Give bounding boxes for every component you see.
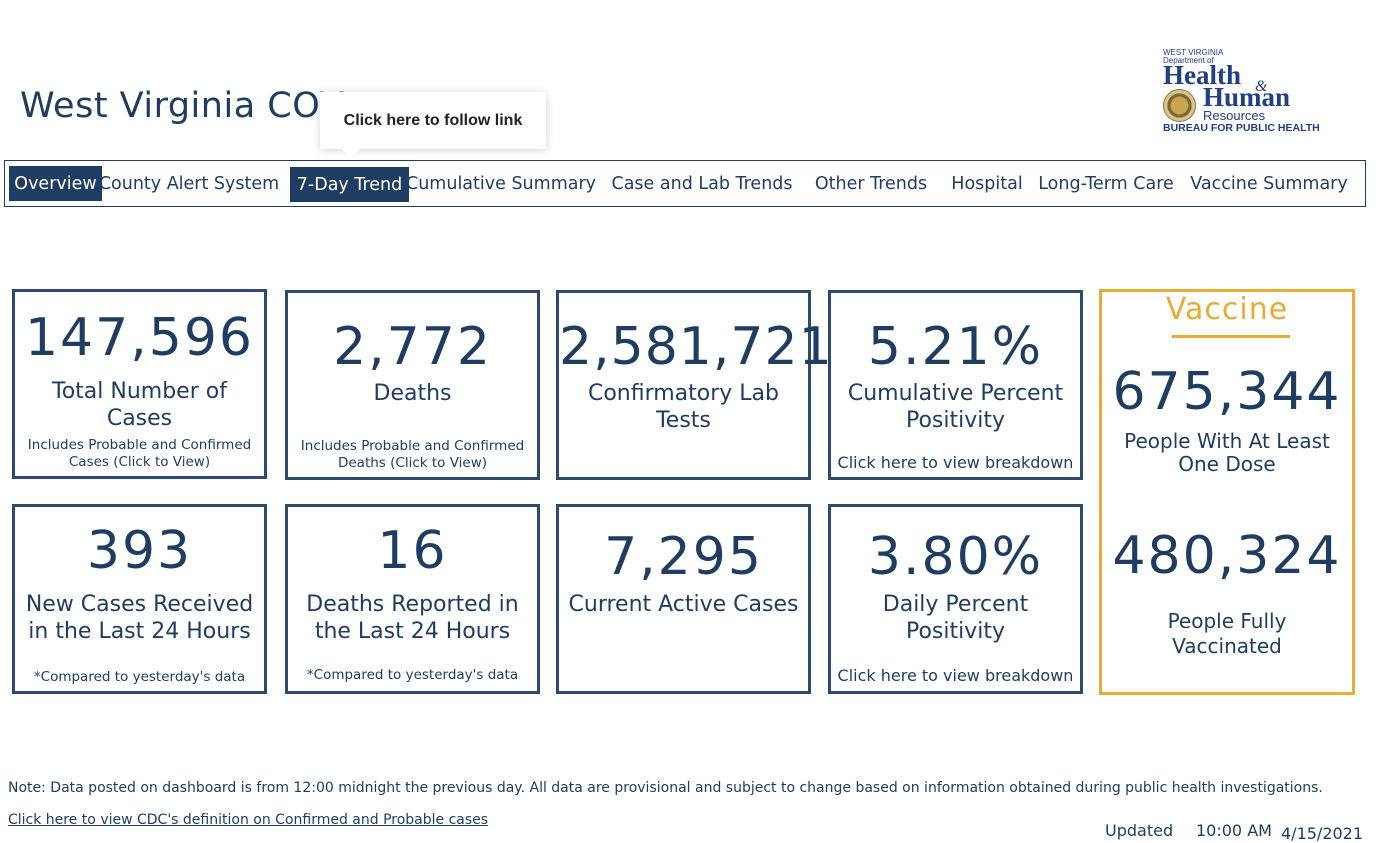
link-tooltip: Click here to follow link	[320, 92, 546, 158]
new-deaths-value: 16	[377, 521, 448, 581]
lab-tests-label-line1: Confirmatory Lab	[587, 381, 780, 406]
tab-7-day-trend[interactable]: 7-Day Trend	[290, 167, 409, 202]
fully-vaccinated-label-line2: Vaccinated	[1172, 634, 1282, 658]
new-cases-label-line2: in the Last 24 Hours	[28, 619, 251, 644]
state-seal-icon	[1163, 89, 1196, 122]
updated-time: 10:00 AM	[1196, 821, 1272, 840]
cumulative-positivity-breakdown-link[interactable]: Click here to view breakdown	[831, 453, 1080, 472]
cumulative-positivity-label-line1: Cumulative Percent	[847, 381, 1064, 406]
lab-tests-value: 2,581,721	[559, 317, 833, 377]
new-cases-label-line1: New Cases Received	[25, 592, 254, 617]
deaths-note-line2: Deaths (Click to View)	[337, 455, 488, 471]
one-dose-value: 675,344	[1112, 362, 1342, 422]
daily-positivity-breakdown-link[interactable]: Click here to view breakdown	[831, 666, 1080, 685]
fully-vaccinated-value: 480,324	[1112, 526, 1342, 586]
tab-vaccine-summary[interactable]: Vaccine Summary	[1190, 166, 1347, 201]
tab-other-trends[interactable]: Other Trends	[811, 166, 931, 201]
tab-overview[interactable]: Overview	[9, 166, 102, 201]
deaths-note-line1: Includes Probable and Confirmed	[300, 438, 525, 454]
main-nav: Overview County Alert System 7-Day Trend…	[4, 160, 1366, 207]
daily-positivity-label-line2: Positivity	[905, 619, 1006, 644]
tab-hospital[interactable]: Hospital	[947, 166, 1027, 201]
card-daily-positivity[interactable]: 3.80% Daily Percent Positivity Click her…	[828, 504, 1083, 694]
logo-human-text: Human	[1203, 82, 1291, 112]
vaccine-title: Vaccine	[1165, 292, 1289, 327]
logo-bureau-text: BUREAU FOR PUBLIC HEALTH	[1163, 122, 1320, 134]
card-active-cases: 7,295 Current Active Cases	[556, 504, 811, 694]
lab-tests-label-line2: Tests	[656, 408, 711, 433]
deaths-value: 2,772	[333, 317, 492, 377]
data-disclaimer-note: Note: Data posted on dashboard is from 1…	[8, 780, 1323, 796]
total-cases-note-line1: Includes Probable and Confirmed	[27, 437, 252, 453]
deaths-label: Deaths	[373, 381, 452, 406]
card-new-deaths: 16 Deaths Reported in the Last 24 Hours …	[285, 504, 540, 694]
tab-county-alert-system[interactable]: County Alert System	[99, 166, 279, 201]
tab-cumulative-summary[interactable]: Cumulative Summary	[406, 166, 596, 201]
updated-date: 4/15/2021	[1281, 824, 1364, 843]
one-dose-label-line2: One Dose	[1178, 452, 1276, 476]
active-cases-label: Current Active Cases	[568, 592, 799, 617]
total-cases-label-line2: Cases	[106, 406, 173, 431]
card-new-cases: 393 New Cases Received in the Last 24 Ho…	[12, 504, 267, 694]
new-deaths-note: *Compared to yesterday's data	[306, 667, 519, 683]
vaccine-panel: Vaccine 675,344 People With At Least One…	[1099, 289, 1355, 695]
card-cumulative-positivity[interactable]: 5.21% Cumulative Percent Positivity Clic…	[828, 290, 1083, 480]
page-title: West Virginia COV	[20, 86, 345, 126]
tab-case-and-lab-trends[interactable]: Case and Lab Trends	[611, 166, 792, 201]
logo-resources-text: Resources	[1203, 108, 1266, 123]
cumulative-positivity-label-line2: Positivity	[905, 408, 1006, 433]
total-cases-note-line2: Cases (Click to View)	[68, 454, 211, 470]
cdc-definition-link[interactable]: Click here to view CDC's definition on C…	[8, 812, 488, 828]
one-dose-label-line1: People With At Least	[1124, 429, 1330, 453]
dhhr-logo: WEST VIRGINIA Department of Health & Hum…	[1163, 48, 1328, 136]
fully-vaccinated-label-line1: People Fully	[1167, 609, 1287, 633]
new-cases-value: 393	[86, 521, 193, 581]
new-deaths-label-line1: Deaths Reported in	[306, 592, 519, 617]
daily-positivity-value: 3.80%	[867, 527, 1044, 587]
cumulative-positivity-value: 5.21%	[867, 317, 1044, 377]
vaccine-title-underline	[1172, 335, 1290, 338]
tab-long-term-care[interactable]: Long-Term Care	[1036, 166, 1176, 201]
new-deaths-label-line2: the Last 24 Hours	[314, 619, 511, 644]
card-lab-tests: 2,581,721 Confirmatory Lab Tests	[556, 290, 833, 480]
total-cases-value: 147,596	[24, 308, 255, 368]
total-cases-label-line1: Total Number of	[52, 379, 227, 404]
new-cases-note: *Compared to yesterday's data	[33, 669, 246, 685]
card-total-cases[interactable]: 147,596 Total Number of Cases Includes P…	[12, 289, 267, 479]
active-cases-value: 7,295	[604, 527, 763, 587]
daily-positivity-label-line1: Daily Percent	[882, 592, 1029, 617]
card-deaths[interactable]: 2,772 Deaths Includes Probable and Confi…	[285, 290, 540, 480]
updated-label: Updated	[1105, 821, 1174, 840]
